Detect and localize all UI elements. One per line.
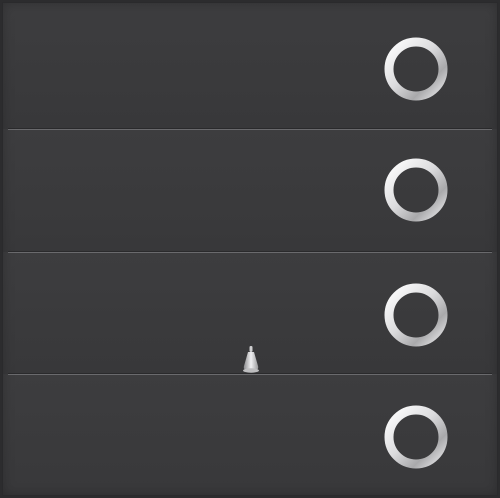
panel-seam: [8, 128, 492, 130]
handle-icon[interactable]: [240, 346, 262, 374]
ring-icon: [384, 37, 448, 101]
panel-seam: [8, 251, 492, 253]
ring-icon: [384, 405, 448, 469]
ring-icon: [384, 158, 448, 222]
garage-door: [0, 0, 500, 498]
ring-icon: [384, 283, 448, 347]
